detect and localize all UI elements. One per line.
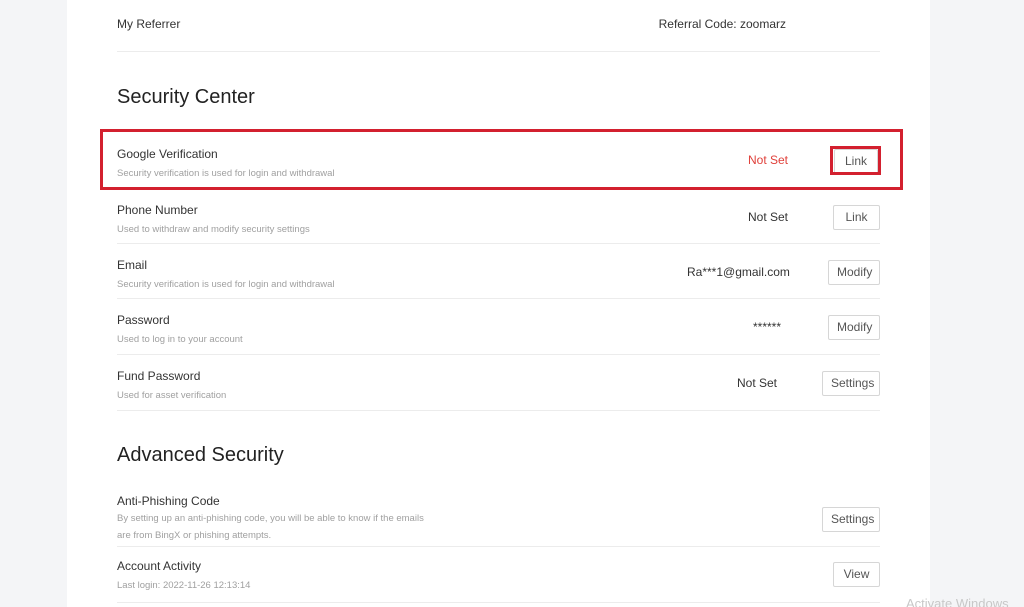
modify-password-button[interactable]: Modify xyxy=(828,315,880,340)
row-desc-line2: are from BingX or phishing attempts. xyxy=(117,530,272,541)
row-desc: Used to withdraw and modify security set… xyxy=(117,224,310,235)
status-google-verification: Not Set xyxy=(748,153,789,167)
settings-anti-phishing-button[interactable]: Settings xyxy=(822,507,880,532)
row-email: Email Security verification is used for … xyxy=(117,244,880,299)
row-desc: Security verification is used for login … xyxy=(117,279,335,290)
status-password: ****** xyxy=(753,320,782,334)
row-account-activity: Account Activity Last login: 2022-11-26 … xyxy=(117,547,880,603)
referrer-row: My Referrer Referral Code: zoomarz xyxy=(117,0,880,52)
view-activity-button[interactable]: View xyxy=(833,562,880,587)
modify-email-button[interactable]: Modify xyxy=(828,260,880,285)
row-title: Google Verification xyxy=(117,147,218,161)
row-desc: Used for asset verification xyxy=(117,390,227,401)
row-title: Account Activity xyxy=(117,559,202,573)
link-phone-button[interactable]: Link xyxy=(833,205,880,230)
advanced-security-title: Advanced Security xyxy=(117,444,284,466)
row-phone-number: Phone Number Used to withdraw and modify… xyxy=(117,189,880,244)
row-password: Password Used to log in to your account … xyxy=(117,299,880,355)
row-title: Email xyxy=(117,258,148,272)
settings-fund-password-button[interactable]: Settings xyxy=(822,371,880,396)
row-desc: Used to log in to your account xyxy=(117,334,243,345)
row-google-verification: Google Verification Security verificatio… xyxy=(117,133,880,189)
row-desc: Last login: 2022-11-26 12:13:14 xyxy=(117,580,251,591)
link-google-button[interactable]: Link xyxy=(834,149,878,174)
status-fund-password: Not Set xyxy=(737,376,778,390)
row-anti-phishing: Anti-Phishing Code By setting up an anti… xyxy=(117,479,880,547)
referral-code: Referral Code: zoomarz xyxy=(658,17,786,31)
row-title: Fund Password xyxy=(117,369,201,383)
row-desc-line1: By setting up an anti-phishing code, you… xyxy=(117,513,424,524)
status-phone-number: Not Set xyxy=(748,210,789,224)
row-desc: Security verification is used for login … xyxy=(117,168,335,179)
row-title: Phone Number xyxy=(117,203,198,217)
row-fund-password: Fund Password Used for asset verificatio… xyxy=(117,355,880,411)
referrer-label: My Referrer xyxy=(117,17,181,31)
security-center-title: Security Center xyxy=(117,86,255,108)
row-title: Anti-Phishing Code xyxy=(117,494,220,508)
status-email: Ra***1@gmail.com xyxy=(687,265,790,279)
windows-activation-watermark: Activate Windows xyxy=(906,596,1009,607)
row-title: Password xyxy=(117,313,170,327)
